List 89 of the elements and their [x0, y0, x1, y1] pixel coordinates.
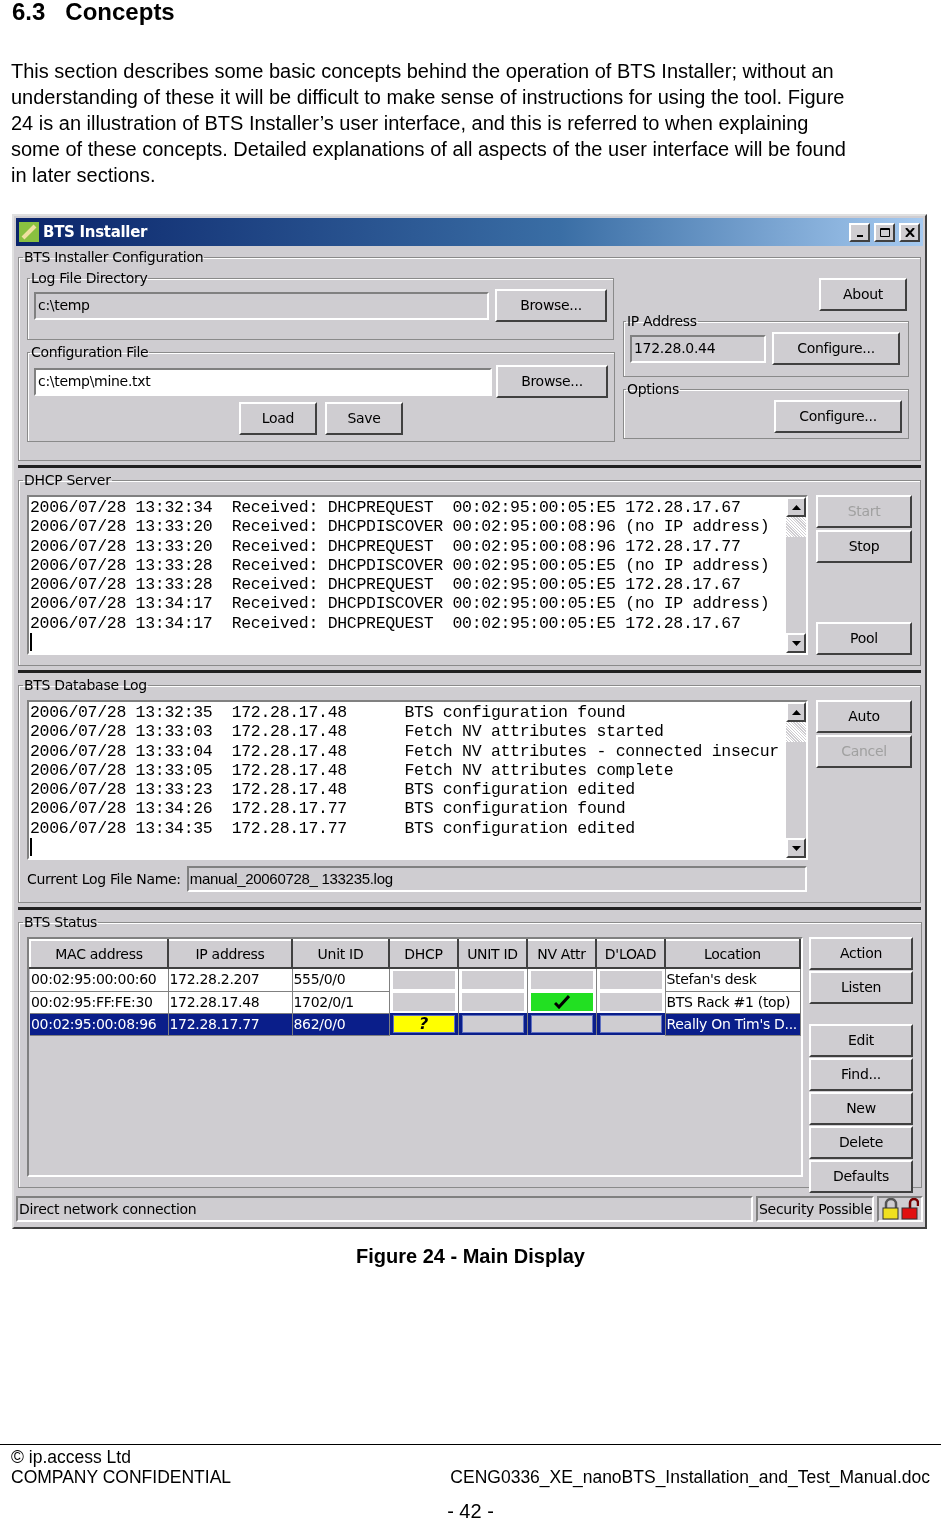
field-label: Current Log File Name: [27, 869, 181, 889]
group-title: BTS Database Log [23, 676, 148, 695]
column-header[interactable]: MAC address [30, 940, 168, 968]
window-button[interactable]: Action [809, 937, 913, 970]
scrollbar[interactable] [786, 497, 806, 653]
table-row[interactable]: 00:02:95:FF:FE:30 172.28.17.48 1702/0/1 BTS Rack #1 (top) [30, 991, 800, 1013]
window-button[interactable]: Browse... [495, 289, 607, 322]
log-line: 2006/07/28 13:33:04 172.28.17.48 Fetch NV attributes - connected insecur [30, 741, 780, 761]
window-button[interactable]: Stop [816, 530, 912, 563]
window-button[interactable]: Find... [809, 1058, 913, 1091]
table-cell: 172.28.2.207 [168, 968, 292, 991]
log-line: 2006/07/28 13:34:26 172.28.17.77 BTS configuration found [30, 799, 627, 819]
text-field[interactable]: c:\temp\mine.txt [34, 367, 492, 396]
window-button[interactable]: Browse... [496, 365, 608, 398]
column-header[interactable]: Location [665, 940, 800, 968]
text-field[interactable]: manual_20060728_ 133235.log [186, 866, 807, 892]
minimize-icon [856, 234, 863, 237]
window-button[interactable]: Pool [816, 622, 912, 655]
window-button[interactable]: Listen [809, 971, 913, 1004]
checkmark-icon [553, 995, 570, 1009]
table-row[interactable]: 00:02:95:00:00:60 172.28.2.207 555/0/0 Stefan's desk [30, 968, 800, 991]
minimize-button[interactable] [849, 222, 870, 242]
down-arrow-icon [791, 640, 801, 646]
table-cell: 00:02:95:00:00:60 [30, 968, 168, 991]
status-bar-text: Security Possible [756, 1196, 874, 1222]
down-arrow-icon [791, 845, 801, 851]
table-row[interactable]: 00:02:95:00:08:96 172.28.17.77 862/0/0 ? Really On Tim's D... [30, 1013, 800, 1035]
log-line: 2006/07/28 13:34:17 Received: DHCPREQUEST 00:02:95:00:05:E5 172.28.17.67 [30, 613, 742, 634]
window-button[interactable]: Delete [809, 1126, 913, 1159]
table-cell: 00:02:95:00:08:96 [30, 1013, 168, 1035]
column-header[interactable]: UNIT ID [458, 940, 527, 968]
up-arrow-icon [791, 709, 801, 715]
column-header[interactable]: IP address [168, 940, 292, 968]
log-line: 2006/07/28 13:33:20 Received: DHCPREQUEST 00:02:95:00:08:96 172.28.17.77 [30, 536, 742, 556]
question-mark: ? [419, 1016, 428, 1032]
window-button[interactable]: About [819, 278, 907, 311]
scroll-thumb[interactable] [786, 517, 806, 537]
group-title: BTS Status [23, 913, 99, 932]
app-icon [19, 222, 39, 242]
up-arrow-icon [791, 504, 801, 510]
window-button[interactable]: Edit [809, 1024, 913, 1057]
text-field[interactable]: c:\temp [34, 291, 489, 320]
log-line: 2006/07/28 13:33:20 Received: DHCPDISCOVER 00:02:95:00:08:96 (no IP address) [30, 517, 771, 537]
column-header[interactable]: DHCP [389, 940, 458, 968]
log-line: 2006/07/28 13:33:03 172.28.17.48 Fetch NV attributes started [30, 722, 665, 742]
footer-text: COMPANY CONFIDENTIAL [11, 1467, 232, 1487]
close-icon [904, 227, 915, 237]
window-button[interactable]: New [809, 1092, 913, 1125]
window-button[interactable]: Configure... [774, 400, 902, 433]
status-bar-text: Direct network connection [16, 1196, 753, 1222]
window-button[interactable]: Load [239, 402, 317, 435]
maximize-button[interactable] [874, 222, 895, 242]
figure-caption: Figure 24 - Main Display [355, 1244, 586, 1269]
window-button[interactable]: Auto [816, 700, 912, 733]
log-line: 2006/07/28 13:32:35 172.28.17.48 BTS configuration found [30, 703, 627, 723]
window-button[interactable]: Defaults [809, 1160, 913, 1193]
footer-text: © ip.access Ltd [11, 1447, 132, 1467]
scrollbar[interactable] [786, 702, 806, 858]
intro-paragraph: This section describes some basic concepts behind the operation of BTS Installer; without an understanding of these it will be difficult to make sense of instructions for using the tool. Figure 24 is an illustration of BTS Installer’s user interface, and this is referred to when explaining some of these concepts. Detailed explanations of all aspects of the user interface will be found in later sections. [10, 59, 847, 188]
window-button[interactable]: Configure... [772, 332, 900, 365]
scroll-thumb[interactable] [786, 722, 806, 742]
group-title: DHCP Server [23, 471, 112, 490]
group-title: IP Address [626, 312, 698, 331]
log-line: 2006/07/28 13:34:17 Received: DHCPDISCOVER 00:02:95:00:05:E5 (no IP address) [30, 594, 771, 614]
log-line: 2006/07/28 13:33:23 172.28.17.48 BTS configuration edited [30, 780, 636, 800]
group-title: Log File Directory [30, 269, 149, 288]
column-header[interactable]: Unit ID [292, 940, 389, 968]
column-header[interactable]: NV Attr [527, 940, 596, 968]
table-cell: Stefan's desk [665, 968, 800, 991]
group-title: BTS Installer Configuration [23, 248, 205, 267]
log-line: 2006/07/28 13:33:28 Received: DHCPREQUEST 00:02:95:00:05:E5 172.28.17.67 [30, 575, 742, 595]
group-title: Configuration File [30, 343, 150, 362]
maximize-icon [879, 227, 890, 237]
text-field[interactable]: 172.28.0.44 [630, 334, 766, 363]
log-line: 2006/07/28 13:34:35 172.28.17.77 BTS configuration edited [30, 818, 636, 839]
footer-text: CENG0336_XE_nanoBTS_Installation_and_Test_Manual.doc [450, 1467, 930, 1487]
padlock-icon [881, 1198, 900, 1220]
close-button[interactable] [899, 222, 920, 242]
group-title: Options [626, 380, 680, 399]
open-padlock-icon [900, 1198, 919, 1220]
section-heading: 6.3 Concepts [11, 0, 176, 24]
window-title: BTS Installer [43, 221, 148, 243]
log-line: 2006/07/28 13:32:34 Received: DHCPREQUEST 00:02:95:00:05:E5 172.28.17.67 [30, 498, 742, 518]
column-header[interactable]: D'LOAD [596, 940, 665, 968]
log-line: 2006/07/28 13:33:28 Received: DHCPDISCOVER 00:02:95:00:05:E5 (no IP address) [30, 555, 771, 576]
table-cell: 00:02:95:FF:FE:30 [30, 991, 168, 1013]
page-number: - 42 - [446, 1501, 495, 1521]
window-button[interactable]: Save [325, 402, 403, 435]
log-line: 2006/07/28 13:33:05 172.28.17.48 Fetch NV attributes complete [30, 760, 675, 781]
